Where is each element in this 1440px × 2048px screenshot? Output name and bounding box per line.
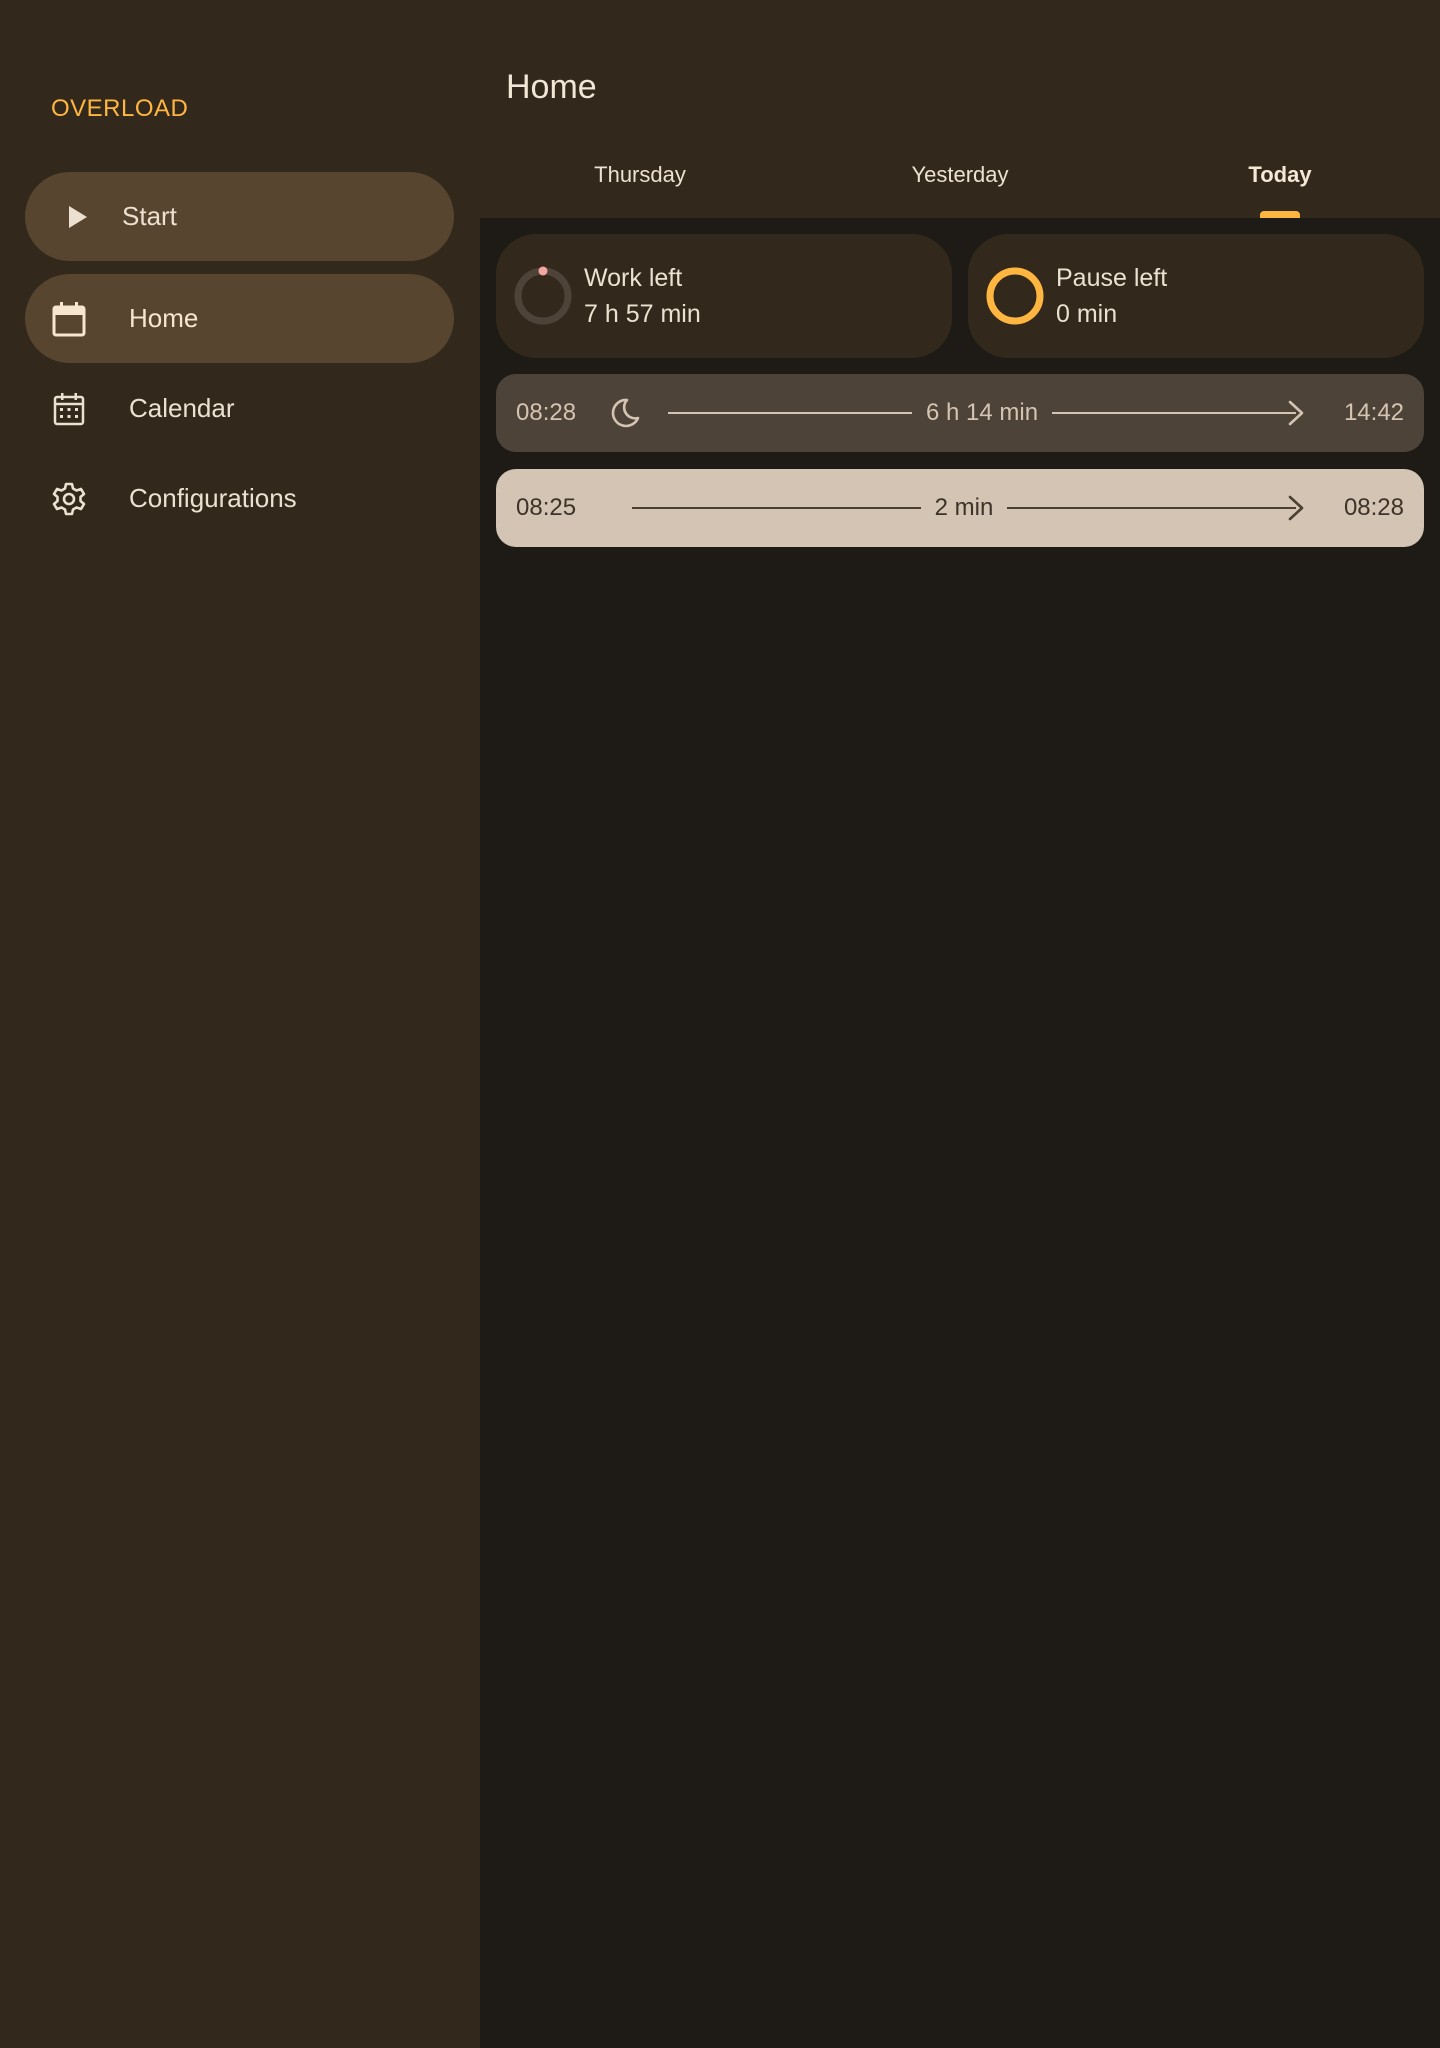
- app-brand: OVERLOAD: [51, 95, 189, 122]
- pause-left-value: 0 min: [1056, 300, 1118, 328]
- entry-end-time: 14:42: [1343, 399, 1405, 426]
- entry-end-time: 08:28: [1343, 494, 1404, 521]
- start-button[interactable]: Start: [25, 172, 454, 261]
- tab-label: Yesterday: [911, 162, 1009, 187]
- sidebar-item-label: Configurations: [129, 483, 297, 513]
- tab-label: Thursday: [594, 162, 686, 187]
- entry-line: [1052, 412, 1297, 414]
- calendar-icon: [51, 391, 87, 427]
- active-tab-indicator: [1260, 211, 1300, 218]
- sidebar-item-label: Calendar: [129, 393, 235, 423]
- start-button-label: Start: [122, 201, 177, 231]
- sidebar-item-label: Home: [129, 303, 199, 333]
- gear-icon: [51, 481, 87, 517]
- entry-line: [1007, 507, 1296, 509]
- entry-line: [668, 412, 912, 414]
- entry-line: [632, 507, 921, 509]
- work-left-title: Work left: [584, 264, 683, 292]
- work-left-value: 7 h 57 min: [584, 300, 701, 328]
- tab-yesterday[interactable]: Yesterday: [800, 162, 1120, 218]
- tab-thursday[interactable]: Thursday: [480, 162, 800, 218]
- moon-icon: [611, 398, 640, 428]
- pause-progress-ring: [986, 267, 1044, 325]
- entry-start-time: 08:25: [516, 494, 577, 521]
- pause-left-title: Pause left: [1056, 264, 1168, 292]
- calendar-blank-icon: [51, 301, 87, 337]
- work-left-card: Work left 7 h 57 min: [496, 234, 952, 358]
- entry-start-time: 08:28: [516, 399, 577, 426]
- work-progress-ring: [514, 266, 572, 325]
- pause-entry[interactable]: 08:25 2 min 08:28: [496, 469, 1424, 547]
- entry-duration: 2 min: [934, 494, 994, 521]
- entry-duration: 6 h 14 min: [925, 399, 1039, 426]
- sidebar-item-calendar[interactable]: Calendar: [25, 364, 454, 453]
- arrow-right-icon: [1288, 400, 1304, 426]
- top-app-bar: Home Thursday Yesterday Today: [480, 0, 1440, 218]
- sidebar-item-configurations[interactable]: Configurations: [25, 454, 454, 543]
- tab-label: Today: [1248, 162, 1312, 187]
- sidebar-item-home[interactable]: Home: [25, 274, 454, 363]
- tab-today[interactable]: Today: [1120, 162, 1440, 218]
- play-icon: [60, 199, 96, 235]
- work-entry[interactable]: 08:28 6 h 14 min 14:42: [496, 374, 1424, 452]
- page-title: Home: [506, 68, 597, 106]
- navigation-drawer: OVERLOAD Start Home Calendar Configurati…: [0, 0, 480, 2048]
- pause-left-card: Pause left 0 min: [968, 234, 1424, 358]
- arrow-right-icon: [1288, 495, 1304, 521]
